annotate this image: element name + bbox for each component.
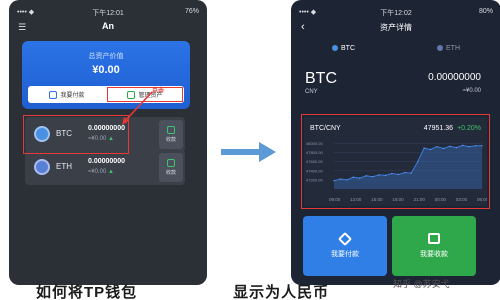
send-payment-button[interactable]: 我要付款 [303, 216, 387, 276]
caption-part-2: 显示为人民币 [233, 284, 330, 300]
tab-btc[interactable]: BTC [332, 42, 355, 54]
wallet-icon [428, 233, 440, 244]
status-time: 下午12:02 [380, 10, 412, 17]
page-title: 资产详情 [380, 23, 412, 32]
btc-tab-icon [332, 45, 338, 51]
status-bar: •••• ◆ 下午12:02 80% [291, 8, 500, 18]
battery-level: 80% [478, 8, 493, 15]
detail-header: ‹ 资产详情 [291, 21, 500, 36]
diamond-icon [337, 231, 353, 246]
coin-symbol-large: BTC [305, 70, 337, 87]
coin-fiat-balance: ≈¥0.00 [462, 88, 481, 94]
tab-label: BTC [341, 44, 355, 52]
eth-tab-icon [437, 45, 443, 51]
receive-payment-label: 我要收款 [420, 251, 448, 258]
coin-tabs: BTC ETH [291, 42, 500, 54]
receive-payment-button[interactable]: 我要收款 [392, 216, 476, 276]
send-payment-label: 我要付款 [331, 250, 359, 258]
tab-label: ETH [446, 44, 460, 52]
tab-eth[interactable]: ETH [437, 42, 460, 54]
watermark: 知乎 @苏安弋 [393, 279, 450, 289]
tutorial-image: •••• ◆ 下午12:01 76% ☰ An 总资产价值 ¥0.00 我要付款… [0, 0, 500, 300]
chart-highlight [301, 114, 490, 209]
pointer-line [123, 91, 153, 123]
asset-detail-screen: •••• ◆ 下午12:02 80% ‹ 资产详情 BTC ETH BTC CN… [291, 0, 500, 285]
coin-balance: 0.00000000 [428, 72, 481, 83]
caption-part-1: 如何将TP钱包 [36, 284, 138, 300]
currency-label: CNY [305, 89, 318, 95]
transition-arrow-icon [221, 142, 276, 162]
